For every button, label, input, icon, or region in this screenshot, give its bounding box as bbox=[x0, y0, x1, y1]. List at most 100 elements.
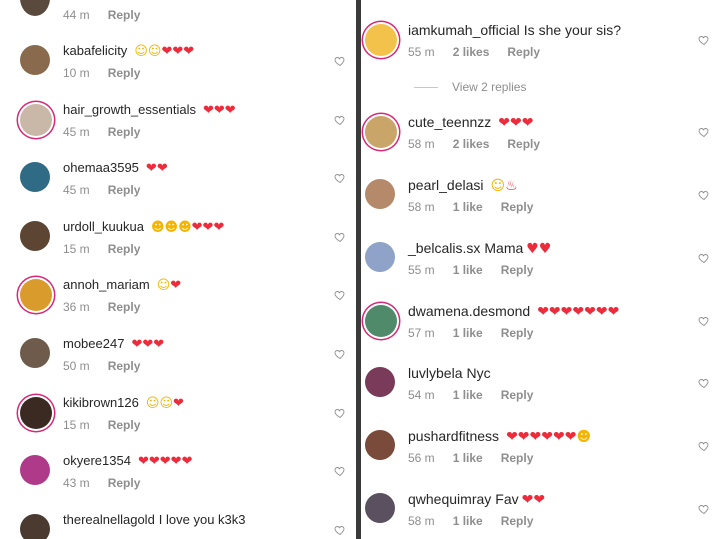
like-heart-icon[interactable] bbox=[698, 251, 710, 264]
like-heart-icon[interactable] bbox=[698, 314, 710, 327]
reply-link[interactable]: Reply bbox=[108, 242, 141, 256]
username-link[interactable]: kabafelicity bbox=[63, 43, 127, 58]
username-link[interactable]: mobee247 bbox=[63, 336, 124, 351]
emoji-group: ☺☺❤❤❤ bbox=[134, 43, 194, 59]
username-link[interactable]: hair_growth_essentials bbox=[63, 102, 196, 117]
like-heart-icon[interactable] bbox=[334, 406, 346, 418]
reply-link[interactable]: Reply bbox=[501, 326, 534, 340]
left-comments-panel: 44 m Reply kabafelicity ☺☺❤❤❤ 10 m Reply hair… bbox=[0, 0, 356, 539]
emoji-group: ❤❤❤ bbox=[498, 114, 533, 131]
heart-emoji-icon: ❤ bbox=[572, 304, 585, 320]
view-replies[interactable]: View 2 replies bbox=[414, 80, 526, 94]
likes-count[interactable]: 1 like bbox=[453, 263, 483, 277]
username-link[interactable]: kikibrown126 bbox=[63, 395, 139, 410]
comment-meta: 55 m 2 likes Reply bbox=[408, 45, 540, 59]
like-heart-icon[interactable] bbox=[698, 439, 710, 452]
like-heart-icon[interactable] bbox=[334, 347, 346, 360]
avatar[interactable] bbox=[20, 162, 50, 193]
heart-emoji-icon: ❤ bbox=[202, 219, 214, 235]
like-heart-icon[interactable] bbox=[698, 502, 710, 515]
view-replies-label[interactable]: View 2 replies bbox=[452, 80, 526, 94]
username-link[interactable]: pushardfitness bbox=[408, 428, 499, 444]
reply-link[interactable]: Reply bbox=[507, 137, 540, 151]
username-link[interactable]: okyere1354 bbox=[63, 453, 131, 468]
likes-count[interactable]: 2 likes bbox=[453, 137, 490, 151]
username-link[interactable]: _belcalis.sx bbox=[408, 240, 480, 256]
username-link[interactable]: qwhequimray bbox=[408, 491, 491, 507]
reply-link[interactable]: Reply bbox=[108, 359, 141, 373]
like-heart-icon[interactable] bbox=[334, 523, 346, 535]
likes-count[interactable]: 2 likes bbox=[453, 45, 490, 59]
username-link[interactable]: pearl_delasi bbox=[408, 177, 484, 193]
like-heart-icon[interactable] bbox=[334, 288, 346, 301]
reply-link[interactable]: Reply bbox=[501, 514, 534, 528]
heart-emoji-icon: ❤ bbox=[173, 395, 184, 411]
like-heart-icon[interactable] bbox=[334, 171, 346, 184]
reply-link[interactable]: Reply bbox=[108, 418, 141, 432]
heart-emoji-icon: ❤ bbox=[521, 492, 534, 508]
reply-link[interactable]: Reply bbox=[501, 388, 534, 402]
avatar[interactable] bbox=[365, 242, 395, 272]
comment-text: mobee247 ❤❤❤ bbox=[63, 336, 164, 352]
reply-link[interactable]: Reply bbox=[108, 125, 141, 139]
like-heart-icon[interactable] bbox=[334, 464, 346, 477]
username-link[interactable]: therealnellagold bbox=[63, 512, 155, 527]
avatar[interactable] bbox=[20, 396, 52, 429]
heart-emoji-icon: ❤ bbox=[156, 161, 168, 177]
comment-row: pearl_delasi ☺♨ 58 m 1 like Reply bbox=[361, 167, 720, 229]
avatar[interactable] bbox=[20, 220, 50, 251]
comment-time: 36 m bbox=[63, 300, 90, 315]
avatar[interactable] bbox=[365, 116, 397, 148]
username-link[interactable]: iamkumah_official bbox=[408, 22, 520, 38]
emoji-group: ❤❤ bbox=[521, 491, 545, 508]
reply-link[interactable]: Reply bbox=[108, 66, 141, 80]
like-heart-icon[interactable] bbox=[334, 230, 346, 242]
reply-link[interactable]: Reply bbox=[108, 476, 141, 490]
likes-count[interactable]: 1 like bbox=[453, 200, 483, 214]
reply-link[interactable]: Reply bbox=[108, 8, 141, 22]
username-link[interactable]: dwamena.desmond bbox=[408, 303, 530, 319]
avatar[interactable] bbox=[365, 493, 395, 523]
reply-link[interactable]: Reply bbox=[108, 300, 141, 314]
reply-link[interactable]: Reply bbox=[501, 200, 534, 214]
username-link[interactable]: annoh_mariam bbox=[63, 277, 150, 292]
like-heart-icon[interactable] bbox=[334, 54, 346, 67]
avatar[interactable] bbox=[365, 305, 397, 337]
username-link[interactable]: urdoll_kuukua bbox=[63, 219, 144, 234]
avatar[interactable] bbox=[365, 430, 395, 460]
comment-body: Fav bbox=[495, 491, 519, 507]
heart-emoji-icon: ❤ bbox=[213, 219, 225, 235]
avatar[interactable] bbox=[20, 45, 50, 75]
avatar[interactable] bbox=[20, 338, 50, 368]
avatar[interactable] bbox=[20, 513, 50, 539]
avatar[interactable] bbox=[20, 103, 52, 136]
sparkle-heart-emoji-icon: ♥ bbox=[538, 241, 552, 257]
like-heart-icon[interactable] bbox=[334, 113, 346, 125]
avatar[interactable] bbox=[365, 24, 397, 56]
avatar[interactable] bbox=[365, 179, 395, 209]
reply-link[interactable]: Reply bbox=[108, 183, 141, 197]
heart-eyes-emoji-icon: ☻ bbox=[164, 219, 179, 235]
like-heart-icon[interactable] bbox=[698, 188, 710, 201]
reply-link[interactable]: Reply bbox=[507, 45, 540, 59]
likes-count[interactable]: 1 like bbox=[453, 514, 483, 528]
avatar[interactable] bbox=[365, 367, 395, 397]
like-heart-icon[interactable] bbox=[698, 33, 710, 46]
like-heart-icon[interactable] bbox=[698, 376, 710, 389]
avatar[interactable] bbox=[20, 455, 50, 486]
comment-text: annoh_mariam ☺❤ bbox=[63, 277, 181, 293]
likes-count[interactable]: 1 like bbox=[453, 451, 483, 465]
comment-body: Mama bbox=[484, 240, 524, 256]
reply-link[interactable]: Reply bbox=[501, 451, 534, 465]
avatar[interactable] bbox=[20, 0, 50, 16]
avatar[interactable] bbox=[20, 279, 52, 312]
comment-text: pearl_delasi ☺♨ bbox=[408, 177, 518, 194]
username-link[interactable]: ohemaa3595 bbox=[63, 160, 139, 175]
like-heart-icon[interactable] bbox=[698, 125, 710, 138]
comment-text: okyere1354 ❤❤❤❤❤ bbox=[63, 453, 192, 469]
likes-count[interactable]: 1 like bbox=[453, 388, 483, 402]
username-link[interactable]: cute_teennzz bbox=[408, 114, 491, 130]
username-link[interactable]: luvlybela bbox=[408, 365, 462, 381]
reply-link[interactable]: Reply bbox=[501, 263, 534, 277]
likes-count[interactable]: 1 like bbox=[453, 326, 483, 340]
